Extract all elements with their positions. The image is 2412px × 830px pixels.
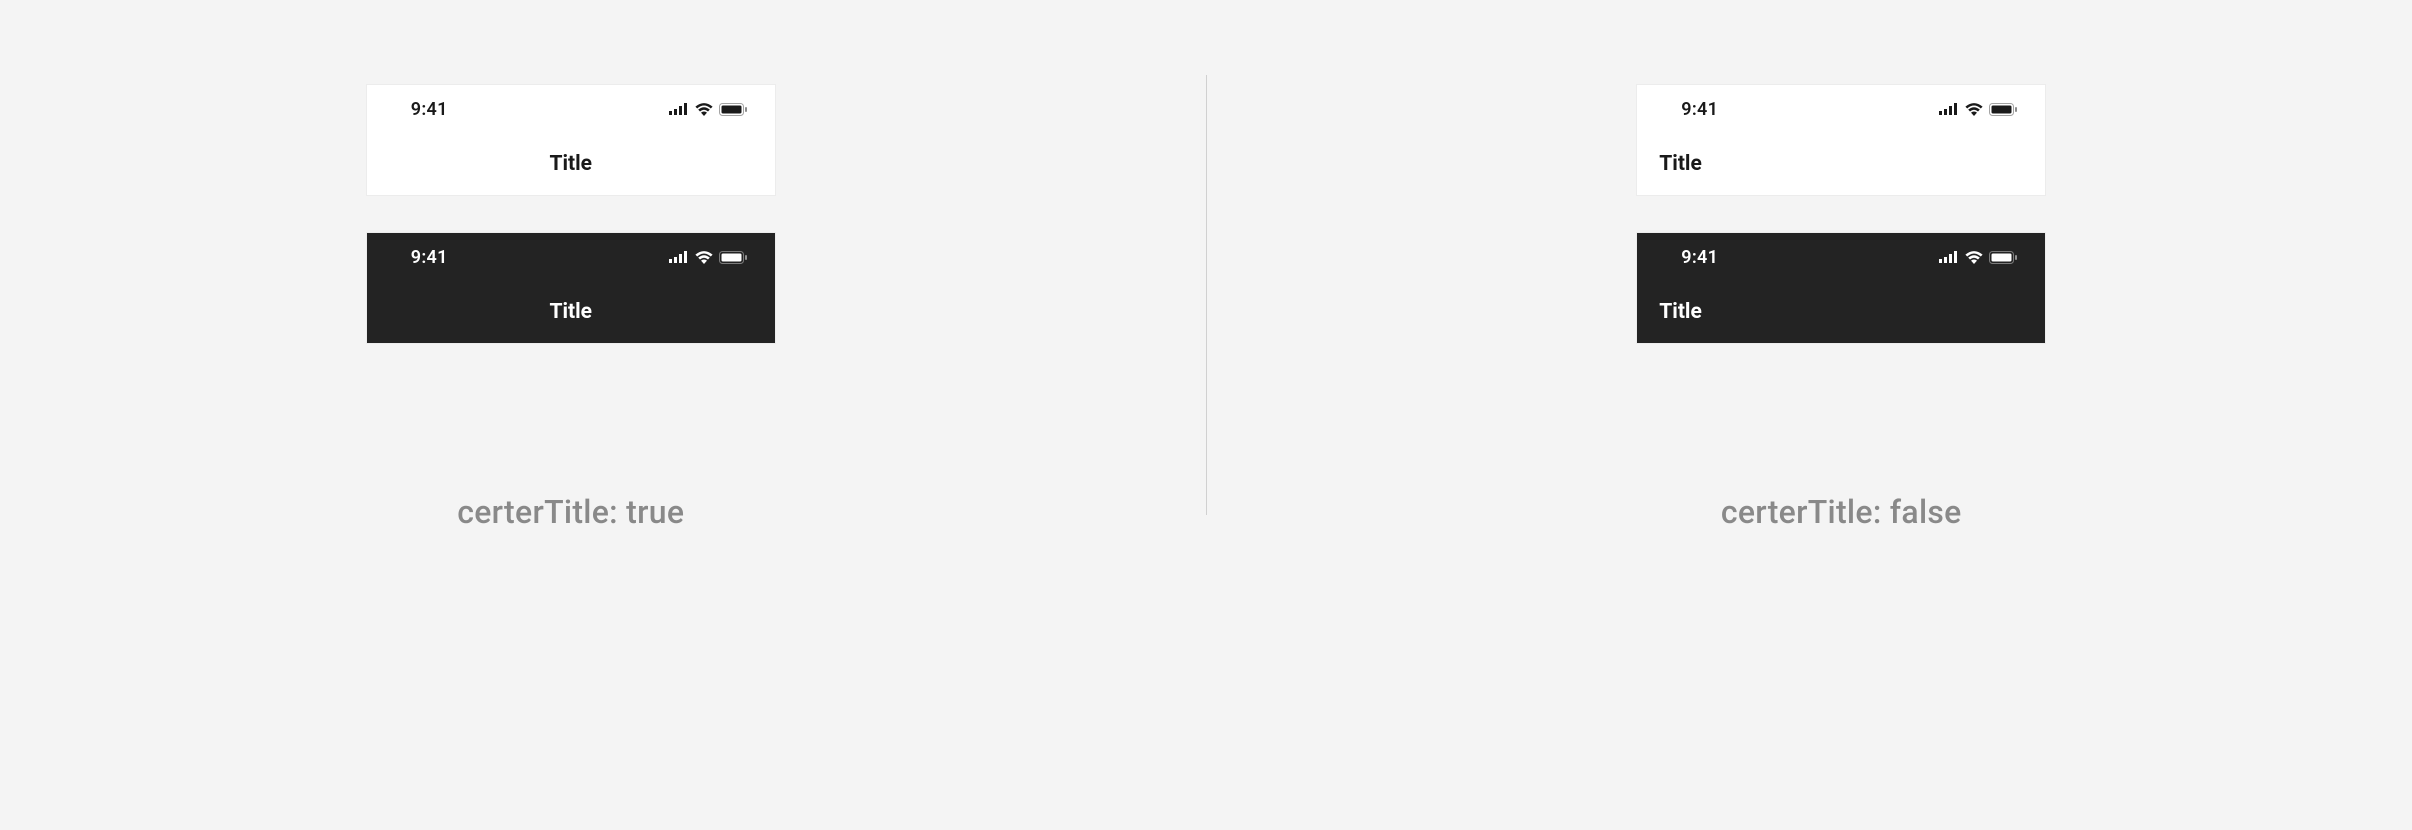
appbar-title: Title [1659,300,1702,324]
status-bar: 9:41 [1637,85,2045,133]
appbar-title: Title [1659,152,1702,176]
status-indicators [669,251,747,264]
status-time: 9:41 [411,247,448,268]
phone-frame-light-left: 9:41 Title [1637,85,2045,195]
battery-icon [719,251,747,264]
phone-frame-light-centered: 9:41 Title [367,85,775,195]
status-indicators [669,103,747,116]
cellular-icon [669,251,689,263]
battery-icon [719,103,747,116]
appbar-left: Title [1637,281,2045,343]
wifi-icon [1965,103,1983,116]
appbar-centered: Title [367,133,775,195]
status-bar: 9:41 [1637,233,2045,281]
status-time: 9:41 [411,99,448,120]
phone-frame-dark-left: 9:41 Title [1637,233,2045,343]
column-center-false: 9:41 Title 9:41 [1207,85,2412,531]
wifi-icon [695,251,713,264]
cellular-icon [1939,251,1959,263]
column-center-true: 9:41 Title 9:41 [0,85,1206,531]
wifi-icon [695,103,713,116]
appbar-left: Title [1637,133,2045,195]
phone-frame-dark-centered: 9:41 Title [367,233,775,343]
appbar-title: Title [549,152,592,176]
battery-icon [1989,103,2017,116]
caption-center-true: certerTitle: true [457,493,684,531]
status-indicators [1939,251,2017,264]
caption-center-false: certerTitle: false [1721,493,1962,531]
status-time: 9:41 [1681,247,1718,268]
comparison-columns: 9:41 Title 9:41 [0,85,2412,531]
cellular-icon [1939,103,1959,115]
status-time: 9:41 [1681,99,1718,120]
cellular-icon [669,103,689,115]
status-bar: 9:41 [367,85,775,133]
wifi-icon [1965,251,1983,264]
appbar-centered: Title [367,281,775,343]
status-indicators [1939,103,2017,116]
status-bar: 9:41 [367,233,775,281]
appbar-title: Title [549,300,592,324]
battery-icon [1989,251,2017,264]
